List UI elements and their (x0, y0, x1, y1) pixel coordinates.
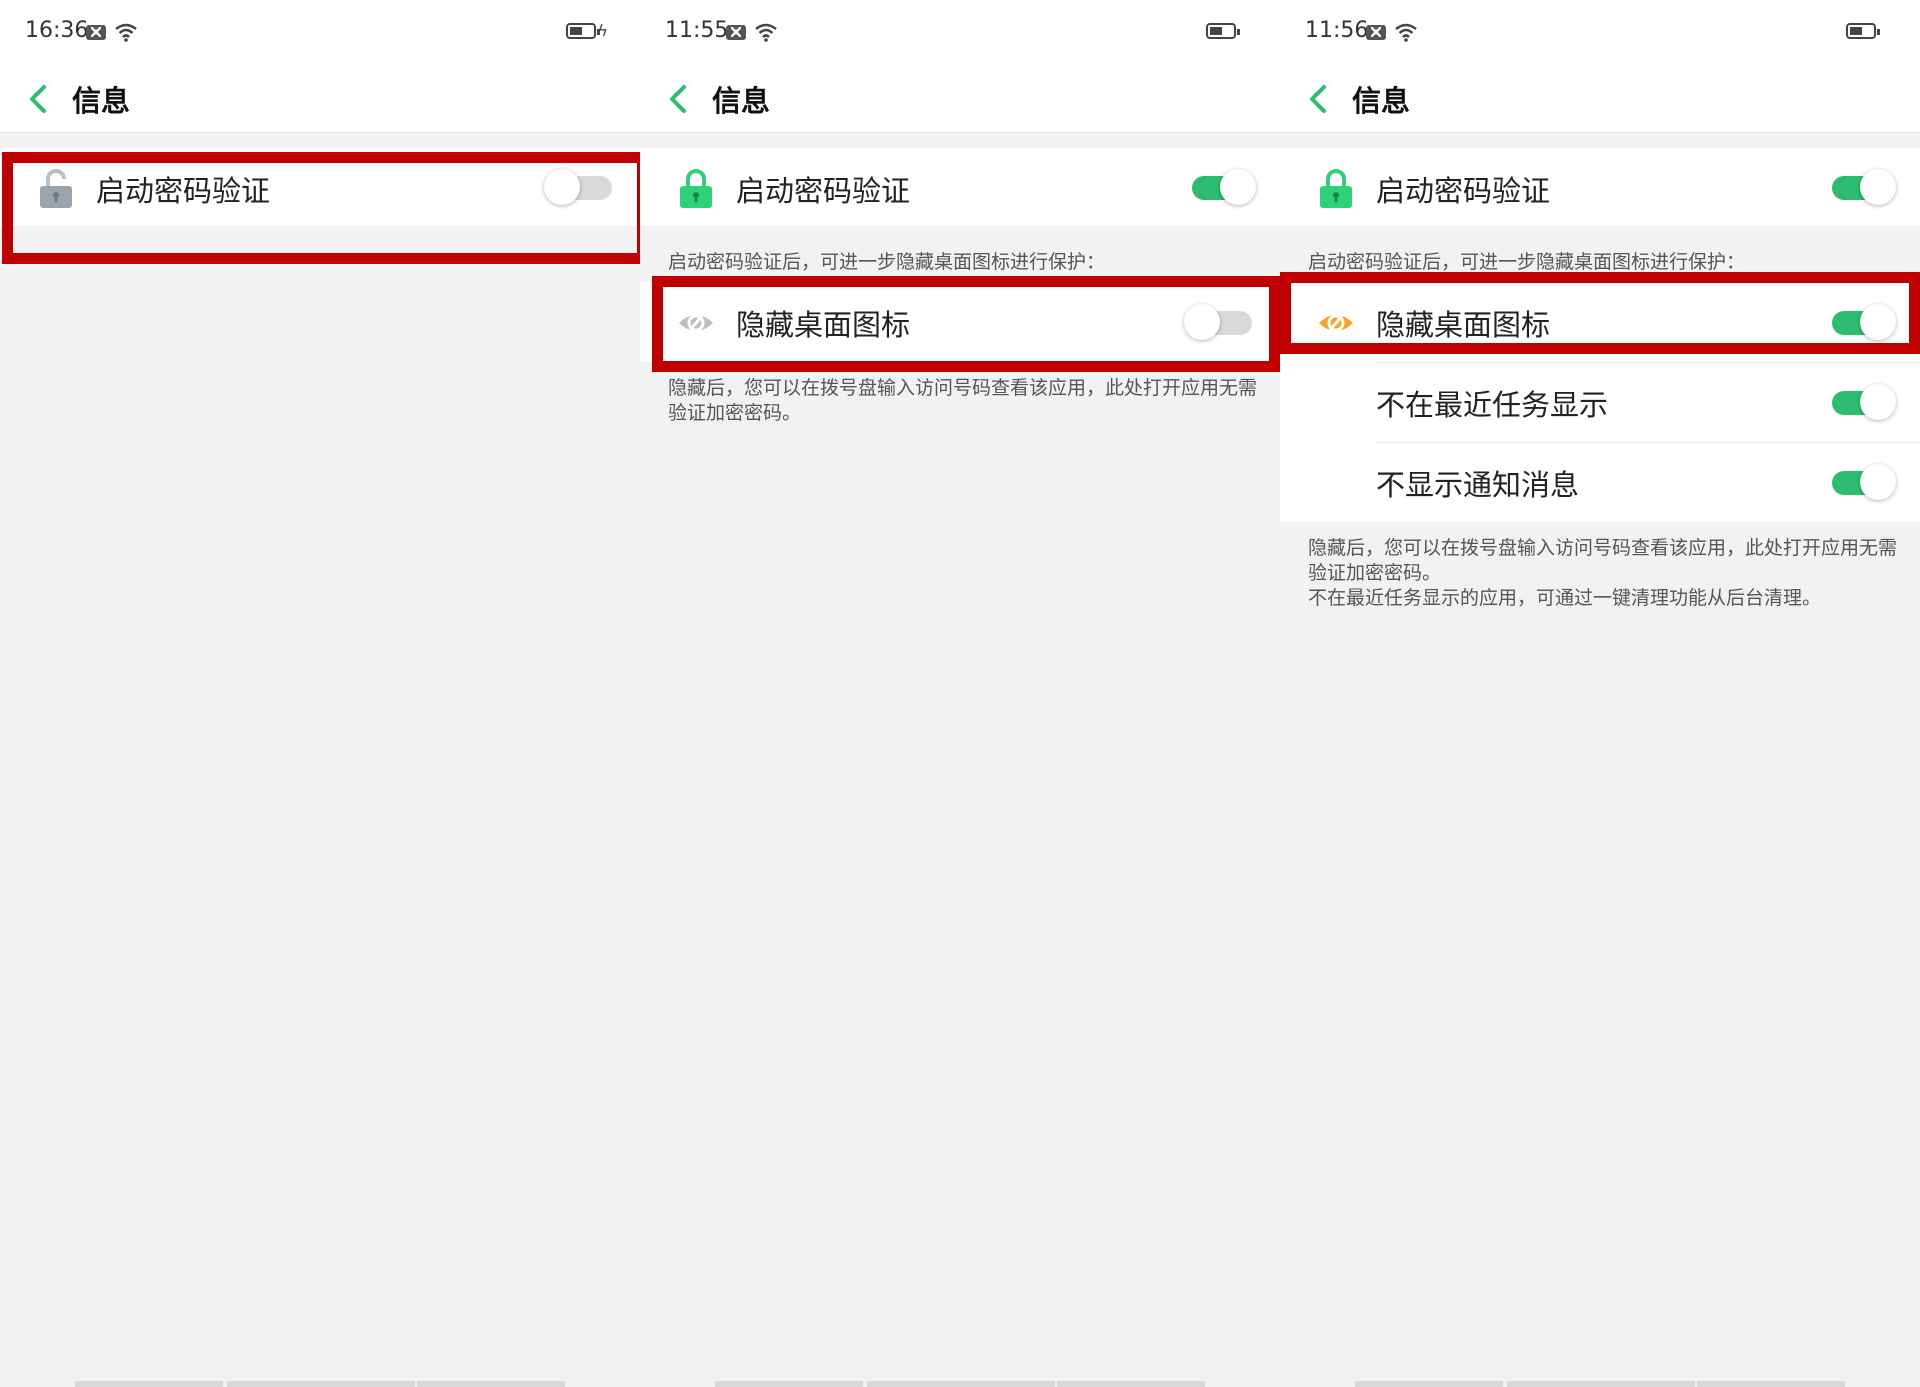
hide-hint-text: 隐藏后，您可以在拨号盘输入访问号码查看该应用，此处打开应用无需验证加密密码。 (668, 377, 1258, 424)
notifications-label: 不显示通知消息 (1376, 468, 1580, 502)
recent-tasks-row[interactable]: 不在最近任务显示 (1280, 362, 1920, 442)
nav-hint-bar (75, 1381, 223, 1387)
wifi-icon (755, 23, 777, 42)
password-verify-row[interactable]: 启动密码验证 (1280, 148, 1920, 226)
mail-icon (726, 25, 746, 40)
app-bar: 信息 (1280, 66, 1920, 133)
password-hint-text: 启动密码验证后，可进一步隐藏桌面图标进行保护： (668, 251, 1106, 273)
nav-hint-bar (417, 1381, 565, 1387)
hide-icon-toggle[interactable] (1184, 304, 1256, 340)
notifications-row[interactable]: 不显示通知消息 (1280, 442, 1920, 522)
status-time: 11:55 (665, 18, 729, 43)
password-verify-label: 启动密码验证 (1376, 174, 1551, 208)
hide-hint-text: 隐藏后，您可以在拨号盘输入访问号码查看该应用，此处打开应用无需验证加密密码。 (1308, 537, 1898, 584)
lock-open-icon (40, 169, 72, 208)
app-bar: 信息 (640, 66, 1280, 133)
lock-icon (680, 169, 712, 208)
status-bar: 11:56 (1280, 0, 1920, 66)
nav-hint-bar (1697, 1381, 1845, 1387)
nav-hint-bar (1355, 1381, 1503, 1387)
nav-hint-bar (1507, 1381, 1695, 1387)
hide-icon-row[interactable]: 隐藏桌面图标 (640, 282, 1280, 362)
settings-card: 启动密码验证 (0, 148, 640, 226)
battery-icon (566, 23, 600, 39)
screen-3: 11:56 信息 启动密码验证 启动密码验证后，可进一步隐藏桌面图标进行保护： … (1280, 0, 1920, 1387)
screen-1: 16:36 ϟ 信息 启动密码验证 (0, 0, 640, 1387)
nav-hint-bar (715, 1381, 863, 1387)
settings-card: 启动密码验证 (1280, 148, 1920, 226)
hide-icon-row[interactable]: 隐藏桌面图标 (1280, 282, 1920, 362)
password-verify-row[interactable]: 启动密码验证 (0, 148, 640, 226)
settings-card: 隐藏桌面图标 不在最近任务显示 不显示通知消息 (1280, 282, 1920, 522)
back-chevron-icon[interactable] (20, 74, 60, 124)
status-bar: 11:55 (640, 0, 1280, 66)
back-chevron-icon[interactable] (660, 74, 700, 124)
page-title: 信息 (712, 84, 771, 118)
hide-icon-label: 隐藏桌面图标 (1376, 308, 1551, 342)
page-title: 信息 (72, 84, 131, 118)
hide-icon-toggle[interactable] (1824, 304, 1896, 340)
nav-hint-bar (227, 1381, 415, 1387)
password-verify-label: 启动密码验证 (736, 174, 911, 208)
nav-hint-bar (867, 1381, 1055, 1387)
password-verify-row[interactable]: 启动密码验证 (640, 148, 1280, 226)
hide-icon-label: 隐藏桌面图标 (736, 308, 911, 342)
back-chevron-icon[interactable] (1300, 74, 1340, 124)
notifications-toggle[interactable] (1824, 464, 1896, 500)
password-verify-toggle[interactable] (1824, 169, 1896, 205)
screen-2: 11:55 信息 启动密码验证 启动密码验证后，可进一步隐藏桌面图标进行保护： … (640, 0, 1280, 1387)
recent-tasks-toggle[interactable] (1824, 384, 1896, 420)
status-bar: 16:36 ϟ (0, 0, 640, 66)
mail-icon (1366, 25, 1386, 40)
page-title: 信息 (1352, 84, 1411, 118)
battery-icon (1206, 23, 1240, 39)
battery-icon (1846, 23, 1880, 39)
recent-tasks-label: 不在最近任务显示 (1376, 388, 1609, 422)
mail-icon (86, 25, 106, 40)
wifi-icon (115, 23, 137, 42)
charging-icon: ϟ (597, 21, 608, 40)
nav-hint-bar (1057, 1381, 1205, 1387)
password-hint-text: 启动密码验证后，可进一步隐藏桌面图标进行保护： (1308, 251, 1746, 273)
app-bar: 信息 (0, 66, 640, 133)
status-time: 11:56 (1305, 18, 1369, 43)
password-verify-label: 启动密码验证 (96, 174, 271, 208)
settings-card: 启动密码验证 (640, 148, 1280, 226)
eye-slash-icon (1319, 314, 1353, 332)
status-time: 16:36 (25, 18, 89, 43)
wifi-icon (1395, 23, 1417, 42)
password-verify-toggle[interactable] (1184, 169, 1256, 205)
recent-tasks-hint-text: 不在最近任务显示的应用，可通过一键清理功能从后台清理。 (1308, 587, 1822, 609)
settings-card: 隐藏桌面图标 (640, 282, 1280, 362)
lock-icon (1320, 169, 1352, 208)
eye-slash-icon (679, 314, 713, 332)
password-verify-toggle[interactable] (544, 169, 616, 205)
